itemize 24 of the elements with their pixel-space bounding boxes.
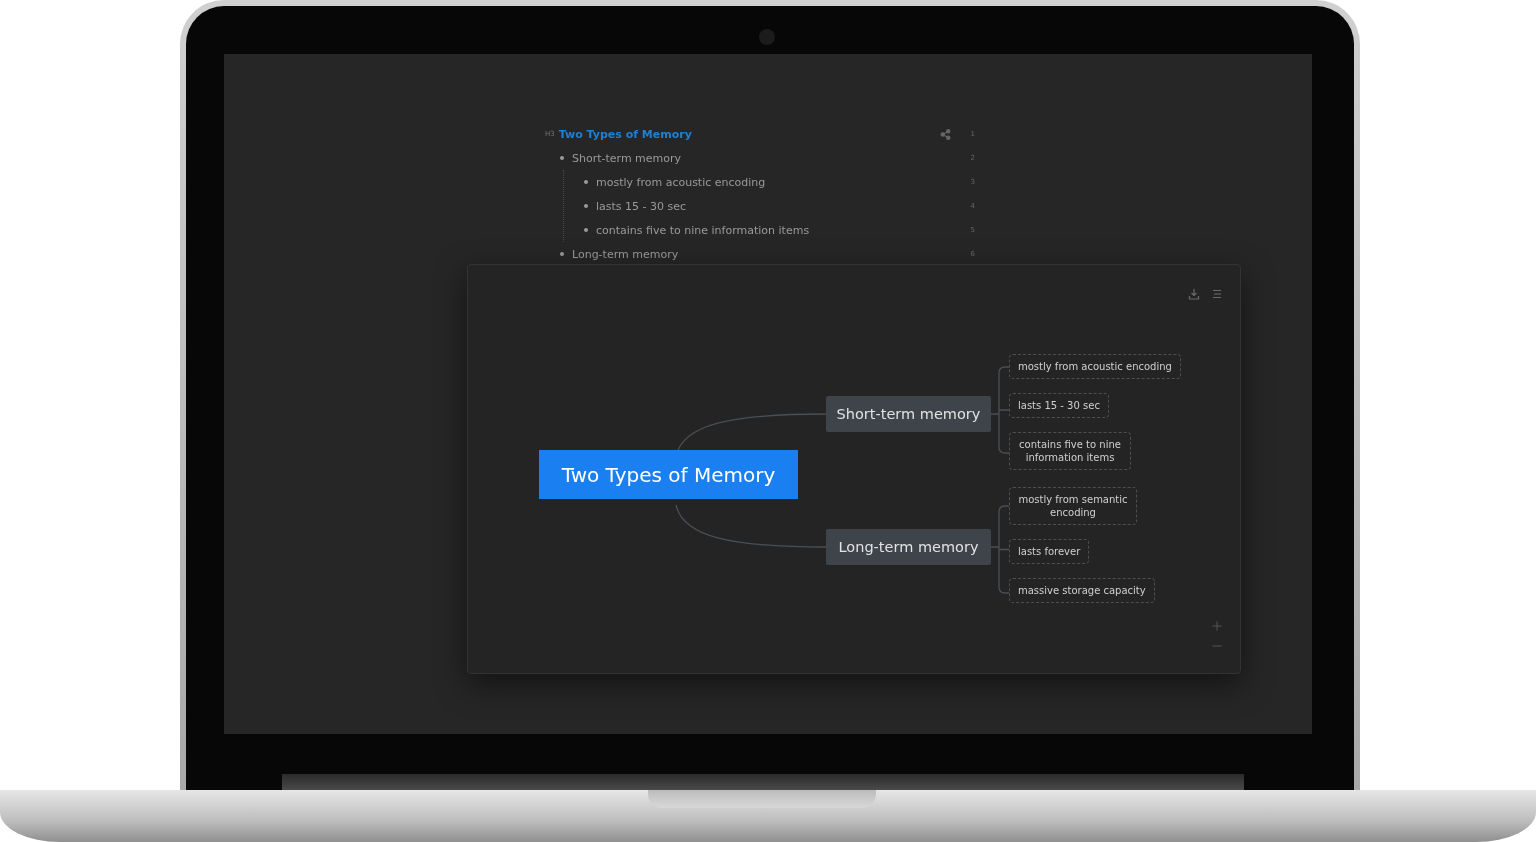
outline-item: Short-term memory — [572, 151, 683, 165]
bullet-icon — [584, 228, 588, 232]
bullet-icon — [584, 180, 588, 184]
share-icon[interactable] — [940, 128, 951, 140]
leaf-node[interactable]: massive storage capacity — [1009, 578, 1155, 603]
branch-node[interactable]: Short-term memory — [826, 396, 991, 432]
outline-item: contains five to nine information items — [596, 223, 811, 237]
bullet-icon — [584, 204, 588, 208]
outline-item: Long-term memory — [572, 247, 680, 261]
leaf-node[interactable]: contains five to nine information items — [1009, 432, 1131, 470]
outline-item: mostly from acoustic encoding — [596, 175, 767, 189]
leaf-node[interactable]: lasts 15 - 30 sec — [1009, 393, 1109, 418]
bullet-icon — [560, 156, 564, 160]
root-node[interactable]: Two Types of Memory — [539, 450, 798, 499]
outline-title: Two Types of Memory — [558, 127, 692, 141]
leaf-node[interactable]: lasts forever — [1009, 539, 1090, 564]
outline-item: lasts 15 - 30 sec — [596, 199, 688, 213]
leaf-node[interactable]: mostly from acoustic encoding — [1009, 354, 1181, 379]
branch-node[interactable]: Long-term memory — [826, 529, 991, 565]
zoom-in-icon[interactable] — [1212, 621, 1222, 631]
bullet-icon — [560, 252, 564, 256]
menu-icon[interactable] — [1211, 288, 1223, 300]
download-icon[interactable] — [1188, 288, 1200, 300]
leaf-node[interactable]: mostly from semantic encoding — [1009, 487, 1137, 525]
